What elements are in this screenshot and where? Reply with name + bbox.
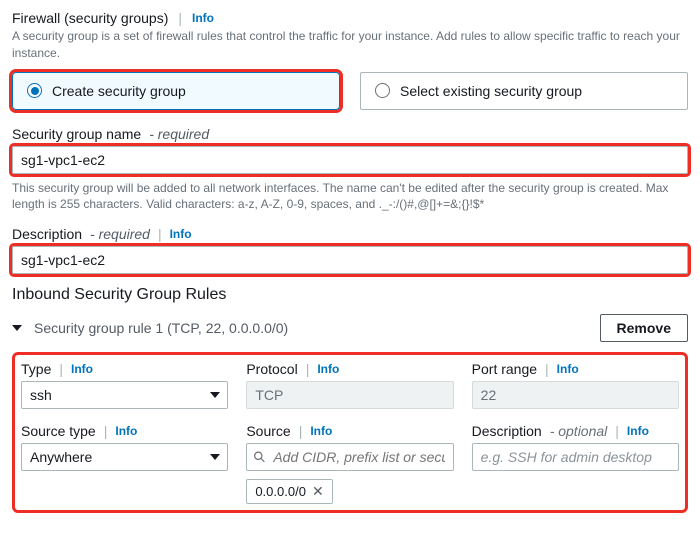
radio-select-existing-security-group[interactable]: Select existing security group xyxy=(360,72,688,110)
remove-rule-button[interactable]: Remove xyxy=(600,314,688,342)
sg-mode-radio-group: Create security group Select existing se… xyxy=(12,72,688,110)
port-range-label: Port range xyxy=(472,361,537,377)
collapse-icon[interactable] xyxy=(12,325,22,331)
radio-create-security-group[interactable]: Create security group xyxy=(12,72,340,110)
protocol-label: Protocol xyxy=(246,361,297,377)
sg-name-field: Security group name - required xyxy=(12,126,688,174)
port-info-link[interactable]: Info xyxy=(557,362,579,376)
protocol-info-link[interactable]: Info xyxy=(317,362,339,376)
radio-select-label: Select existing security group xyxy=(400,83,582,99)
firewall-header: Firewall (security groups) | Info xyxy=(12,10,688,26)
type-info-link[interactable]: Info xyxy=(71,362,93,376)
firewall-help-text: A security group is a set of firewall ru… xyxy=(12,28,688,62)
rule-summary-text: Security group rule 1 (TCP, 22, 0.0.0.0/… xyxy=(34,320,288,336)
sg-desc-required: - required xyxy=(90,226,150,242)
sg-desc-info-link[interactable]: Info xyxy=(170,227,192,241)
sg-desc-label: Description xyxy=(12,226,82,242)
rule-desc-input[interactable] xyxy=(472,443,679,471)
sg-name-label: Security group name xyxy=(12,126,141,142)
source-token-text: 0.0.0.0/0 xyxy=(255,484,306,499)
source-type-info-link[interactable]: Info xyxy=(115,424,137,438)
port-range-readonly: 22 xyxy=(472,381,679,409)
source-cidr-token: 0.0.0.0/0 ✕ xyxy=(246,479,332,504)
source-type-value: Anywhere xyxy=(21,443,228,471)
sg-name-input[interactable] xyxy=(12,146,688,174)
firewall-title: Firewall (security groups) xyxy=(12,10,168,26)
rule-desc-label: Description xyxy=(472,423,542,439)
sg-name-required: - required xyxy=(149,126,209,142)
source-label: Source xyxy=(246,423,290,439)
source-info-link[interactable]: Info xyxy=(310,424,332,438)
type-select[interactable]: ssh xyxy=(21,381,228,409)
radio-icon xyxy=(375,83,390,98)
protocol-readonly: TCP xyxy=(246,381,453,409)
rule-desc-optional: - optional xyxy=(550,423,608,439)
rule-body: Type | Info ssh Protocol | Info TCP Port… xyxy=(12,352,688,513)
sg-name-constraint: This security group will be added to all… xyxy=(12,180,688,212)
firewall-info-link[interactable]: Info xyxy=(192,11,214,25)
radio-create-label: Create security group xyxy=(52,83,186,99)
inbound-rules-title: Inbound Security Group Rules xyxy=(12,286,688,304)
sg-desc-field: Description - required | Info xyxy=(12,226,688,274)
source-type-label: Source type xyxy=(21,423,96,439)
source-search-input[interactable] xyxy=(246,443,453,471)
sg-desc-input[interactable] xyxy=(12,246,688,274)
sg-desc-label-row: Description - required | Info xyxy=(12,226,688,242)
type-label: Type xyxy=(21,361,51,377)
sg-name-label-row: Security group name - required xyxy=(12,126,688,142)
rule-summary-row: Security group rule 1 (TCP, 22, 0.0.0.0/… xyxy=(12,314,688,342)
type-select-value: ssh xyxy=(21,381,228,409)
remove-token-icon[interactable]: ✕ xyxy=(312,484,324,498)
source-type-select[interactable]: Anywhere xyxy=(21,443,228,471)
rule-desc-info-link[interactable]: Info xyxy=(627,424,649,438)
radio-icon xyxy=(27,83,42,98)
